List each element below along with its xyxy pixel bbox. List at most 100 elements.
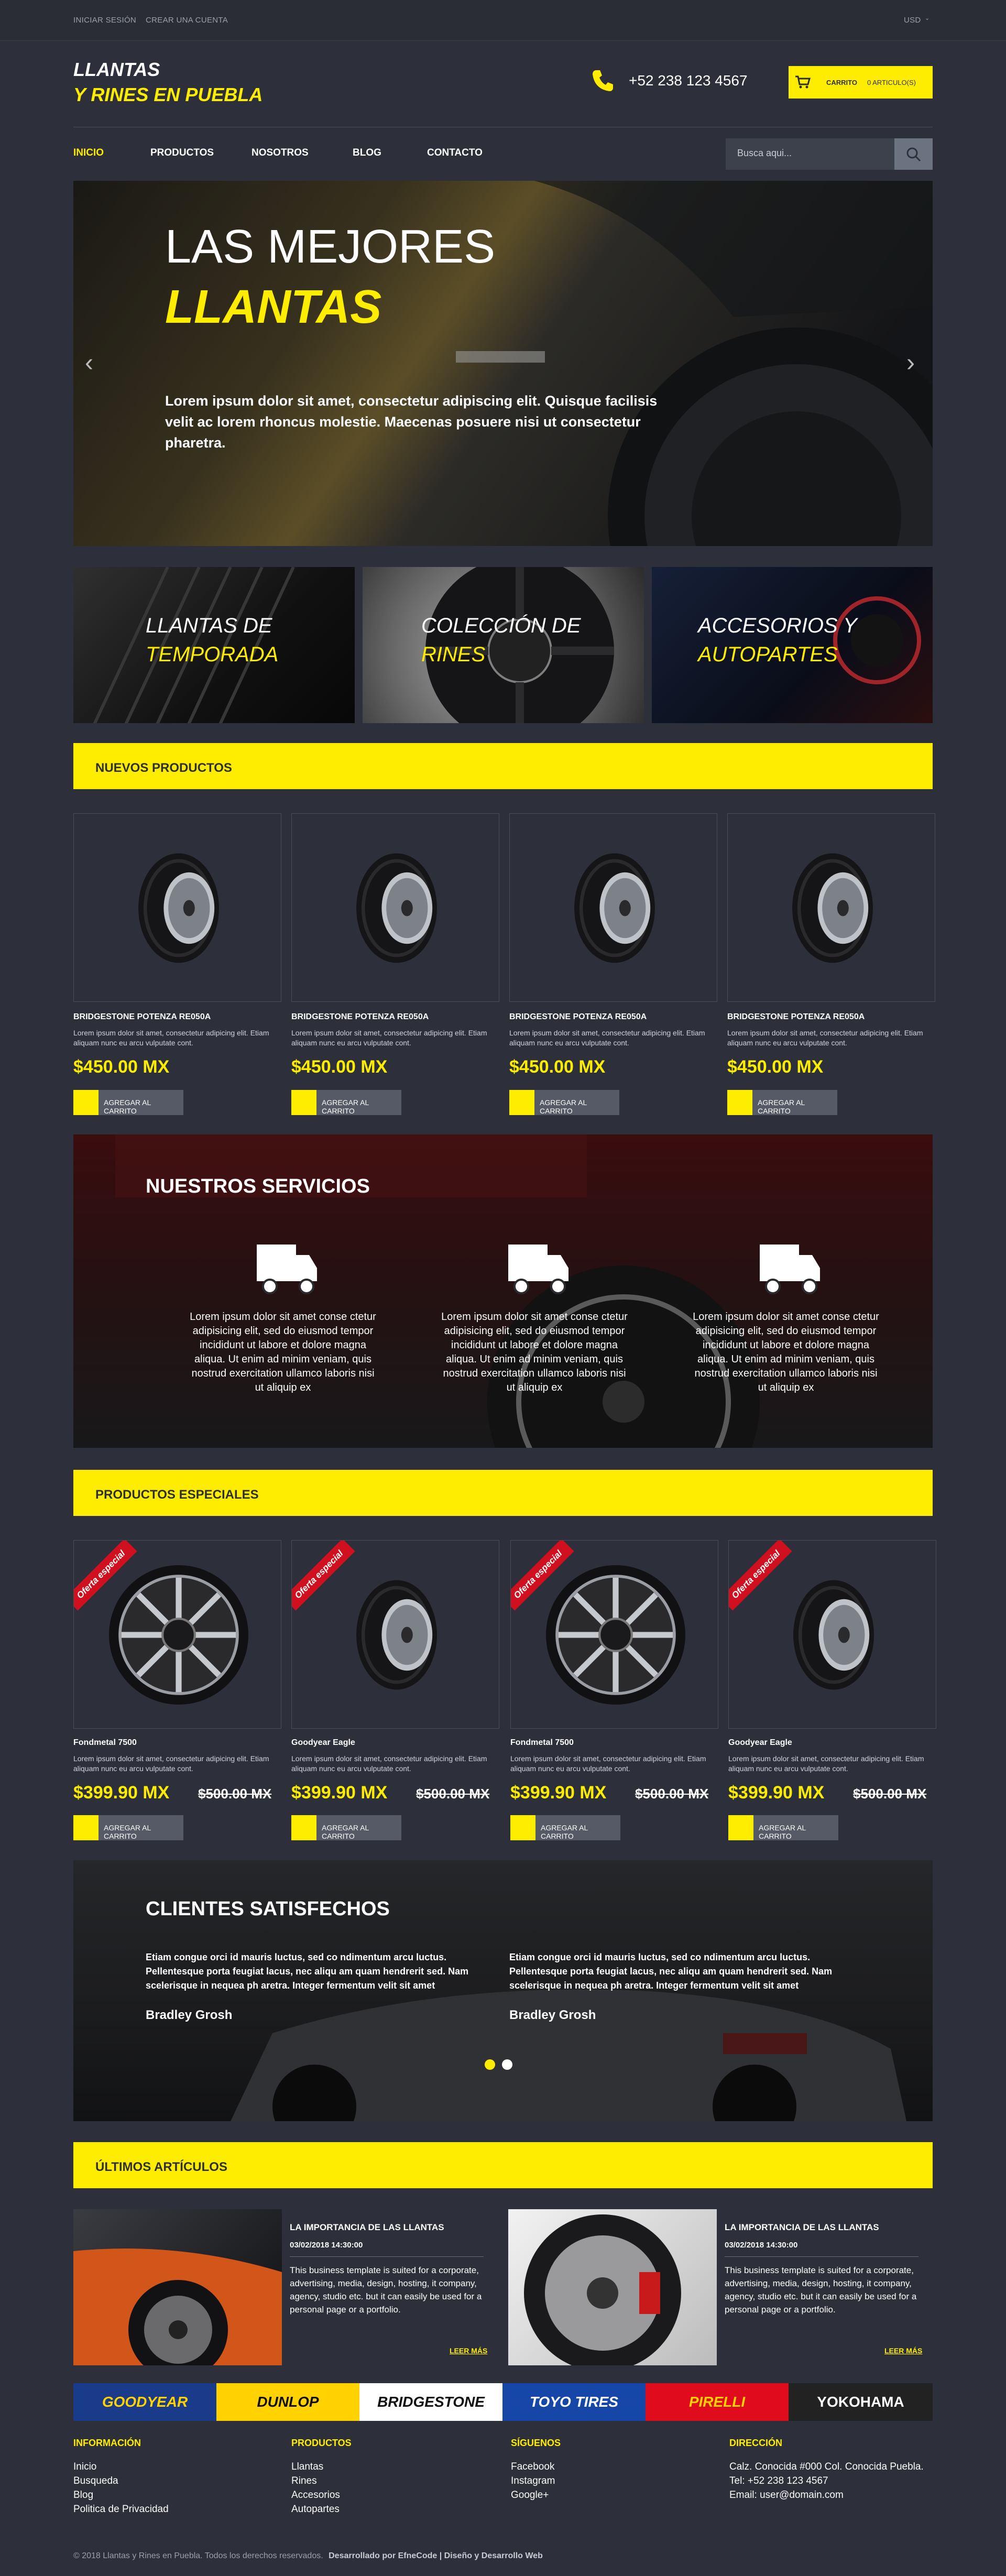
article-date: 03/02/2018 14:30:00 xyxy=(290,2241,363,2250)
brand-bridgestone[interactable]: BRIDGESTONE xyxy=(359,2383,502,2421)
add-to-cart-button[interactable]: AGREGAR AL CARRITO xyxy=(727,1090,837,1115)
nav-inicio[interactable]: INICIO xyxy=(73,147,104,159)
footer-email[interactable]: Email: user@domain.com xyxy=(729,2490,844,2501)
article-image[interactable] xyxy=(73,2209,282,2365)
cart-icon xyxy=(728,1815,753,1840)
cart-icon xyxy=(73,1090,99,1115)
category-line2: TEMPORADA xyxy=(146,643,279,666)
category-accesorios[interactable]: ACCESORIOS Y AUTOPARTES xyxy=(652,567,933,723)
product-card[interactable] xyxy=(73,813,281,1002)
product-card[interactable]: Oferta especial xyxy=(73,1540,281,1729)
article-read-more[interactable]: LEER MÁS xyxy=(450,2346,487,2355)
footer-products-heading: PRODUCTOS xyxy=(291,2438,352,2448)
product-description: Lorem ipsum dolor sit amet, consectetur … xyxy=(728,1754,924,1773)
register-link[interactable]: CREAR UNA CUENTA xyxy=(146,16,228,25)
cart-icon xyxy=(795,75,811,89)
search-input[interactable]: Busca aqui... xyxy=(726,138,894,170)
article-image[interactable] xyxy=(508,2209,717,2365)
hero-slider: LAS MEJORES LLANTAS Lorem ipsum dolor si… xyxy=(73,181,933,546)
add-to-cart-button[interactable]: AGREGAR AL CARRITO xyxy=(728,1815,838,1840)
footer-link-google[interactable]: Google+ xyxy=(511,2490,549,2501)
cart-button[interactable]: CARRITO 0 ARTICULO(S) xyxy=(789,66,933,99)
product-card[interactable] xyxy=(291,813,499,1002)
developer-credit[interactable]: Desarrollado por EfneCode | Diseño y Des… xyxy=(329,2551,543,2560)
product-name[interactable]: BRIDGESTONE POTENZA RE050A xyxy=(73,1012,211,1022)
product-card[interactable]: Oferta especial xyxy=(291,1540,499,1729)
footer-link-inicio[interactable]: Inicio xyxy=(73,2461,96,2473)
nav-nosotros[interactable]: NOSOTROS xyxy=(252,147,309,159)
add-to-cart-button[interactable]: AGREGAR AL CARRITO xyxy=(73,1090,183,1115)
brand-toyo[interactable]: TOYO TIRES xyxy=(502,2383,646,2421)
product-card[interactable]: Oferta especial xyxy=(510,1540,718,1729)
footer-address-heading: DIRECCIÓN xyxy=(729,2438,783,2448)
nav-blog[interactable]: BLOG xyxy=(353,147,381,159)
footer-phone: Tel: +52 238 123 4567 xyxy=(729,2475,828,2486)
slider-next-icon[interactable]: › xyxy=(906,348,915,377)
footer-link-facebook[interactable]: Facebook xyxy=(511,2461,554,2473)
footer-link-accesorios[interactable]: Accesorios xyxy=(291,2490,340,2501)
product-name[interactable]: Fondmetal 7500 xyxy=(73,1738,137,1748)
currency-selector[interactable]: USD xyxy=(904,16,921,25)
product-card[interactable]: Oferta especial xyxy=(728,1540,936,1729)
product-old-price: $500.00 MX xyxy=(416,1786,490,1802)
product-description: Lorem ipsum dolor sit amet, consectetur … xyxy=(509,1029,705,1047)
footer-link-llantas[interactable]: Llantas xyxy=(291,2461,323,2473)
product-card[interactable] xyxy=(727,813,935,1002)
logo-line2[interactable]: Y RINES EN PUEBLA xyxy=(73,84,263,106)
product-name[interactable]: BRIDGESTONE POTENZA RE050A xyxy=(509,1012,647,1022)
add-to-cart-button[interactable]: AGREGAR AL CARRITO xyxy=(509,1090,619,1115)
product-price: $450.00 MX xyxy=(727,1057,824,1077)
login-link[interactable]: INICIAR SESIÓN xyxy=(73,16,136,25)
footer-link-rines[interactable]: Rines xyxy=(291,2475,317,2487)
brand-pirelli[interactable]: PIRELLI xyxy=(646,2383,789,2421)
logo-line1[interactable]: LLANTAS xyxy=(73,59,160,81)
add-to-cart-button[interactable]: AGREGAR AL CARRITO xyxy=(510,1815,620,1840)
hero-title-1: LAS MEJORES xyxy=(165,221,496,273)
slider-dot-active[interactable] xyxy=(485,2059,495,2070)
add-to-cart-label: AGREGAR AL CARRITO xyxy=(759,1824,806,1840)
category-line2: AUTOPARTES xyxy=(698,643,838,666)
product-old-price: $500.00 MX xyxy=(853,1786,927,1802)
product-old-price: $500.00 MX xyxy=(635,1786,709,1802)
product-name[interactable]: Goodyear Eagle xyxy=(728,1738,792,1748)
wheel-image xyxy=(524,2214,681,2365)
footer-link-busqueda[interactable]: Busqueda xyxy=(73,2475,118,2487)
product-name[interactable]: Goodyear Eagle xyxy=(291,1738,355,1748)
tire-image xyxy=(574,853,655,963)
slider-prev-icon[interactable]: ‹ xyxy=(85,348,93,377)
footer-link-blog[interactable]: Blog xyxy=(73,2490,93,2501)
brand-yokohama[interactable]: YOKOHAMA xyxy=(789,2383,933,2421)
search-button[interactable] xyxy=(894,138,933,170)
nav-productos[interactable]: PRODUCTOS xyxy=(150,147,214,159)
article-body: This business template is suited for a c… xyxy=(725,2265,917,2315)
testimonial-author: Bradley Grosh xyxy=(146,2008,233,2022)
articles-heading: ÚLTIMOS ARTÍCULOS xyxy=(73,2142,933,2188)
copyright: © 2018 Llantas y Rines en Puebla. Todos … xyxy=(73,2551,543,2561)
add-to-cart-label: AGREGAR AL CARRITO xyxy=(104,1098,151,1115)
copyright-text: © 2018 Llantas y Rines en Puebla. Todos … xyxy=(73,2551,323,2560)
product-name[interactable]: Fondmetal 7500 xyxy=(510,1738,574,1748)
nav-contacto[interactable]: CONTACTO xyxy=(427,147,483,159)
footer-link-privacy[interactable]: Politica de Privacidad xyxy=(73,2504,169,2515)
product-name[interactable]: BRIDGESTONE POTENZA RE050A xyxy=(291,1012,429,1022)
article-title[interactable]: LA IMPORTANCIA DE LAS LLANTAS xyxy=(290,2222,444,2233)
slider-dot[interactable] xyxy=(502,2059,512,2070)
article-body: This business template is suited for a c… xyxy=(290,2265,482,2315)
category-llantas[interactable]: LLANTAS DE TEMPORADA xyxy=(73,567,355,723)
article-read-more[interactable]: LEER MÁS xyxy=(884,2346,922,2355)
brand-goodyear[interactable]: GOODYEAR xyxy=(73,2383,216,2421)
add-to-cart-label: AGREGAR AL CARRITO xyxy=(758,1098,805,1115)
add-to-cart-button[interactable]: AGREGAR AL CARRITO xyxy=(291,1815,401,1840)
category-rines[interactable]: COLECCIÓN DE RINES xyxy=(363,567,644,723)
product-name[interactable]: BRIDGESTONE POTENZA RE050A xyxy=(727,1012,865,1022)
add-to-cart-button[interactable]: AGREGAR AL CARRITO xyxy=(291,1090,401,1115)
add-to-cart-button[interactable]: AGREGAR AL CARRITO xyxy=(73,1815,183,1840)
footer-link-autopartes[interactable]: Autopartes xyxy=(291,2504,340,2515)
product-description: Lorem ipsum dolor sit amet, consectetur … xyxy=(73,1754,269,1773)
services-section: NUESTROS SERVICIOS Lorem ipsum dolor sit… xyxy=(73,1134,933,1448)
footer-link-instagram[interactable]: Instagram xyxy=(511,2475,555,2487)
product-card[interactable] xyxy=(509,813,717,1002)
article-title[interactable]: LA IMPORTANCIA DE LAS LLANTAS xyxy=(725,2222,879,2233)
brand-dunlop[interactable]: DUNLOP xyxy=(216,2383,359,2421)
add-to-cart-label: AGREGAR AL CARRITO xyxy=(540,1098,587,1115)
